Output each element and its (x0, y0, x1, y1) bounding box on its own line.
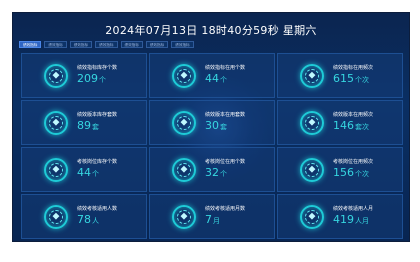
diamond-icon: ◆ (180, 164, 188, 174)
stat-label: 绩效考核适用月数 (205, 205, 246, 212)
stat-card[interactable]: ◆ 绩效考核适用人月 419人月 (277, 194, 403, 239)
stat-value: 78人 (77, 212, 99, 226)
stat-value: 44个 (205, 71, 227, 85)
stat-label: 绩效考核适用人月 (333, 205, 374, 212)
tab-item[interactable]: 绩效指标 (120, 41, 143, 48)
stat-card[interactable]: ◆ 绩效指标库存个数 209个 (21, 53, 147, 98)
ring-badge: ◆ (300, 110, 324, 135)
diamond-icon: ◆ (52, 164, 60, 174)
page-title: 2024年07月13日 18时40分59秒 星期六 (105, 24, 317, 37)
stat-value: 615个次 (333, 71, 369, 85)
stat-value: 30套 (205, 118, 227, 132)
tab-bar: 绩效指标 绩效指标 绩效指标 绩效指标 绩效指标 绩效指标 绩效指标 (19, 41, 194, 48)
stat-card[interactable]: ◆ 绩效考核适用月数 7月 (149, 194, 275, 239)
stat-card[interactable]: ◆ 考核岗位库存个数 44个 (21, 147, 147, 192)
tab-item[interactable]: 绩效指标 (95, 41, 118, 48)
ring-badge: ◆ (172, 63, 196, 88)
stat-card[interactable]: ◆ 考核岗位在用频次 156个次 (277, 147, 403, 192)
diamond-icon: ◆ (308, 117, 316, 127)
diamond-icon: ◆ (180, 117, 188, 127)
ring-badge: ◆ (300, 63, 324, 88)
stat-card[interactable]: ◆ 绩效版本库存套数 89套 (21, 100, 147, 145)
stat-card[interactable]: ◆ 绩效版本在用套数 30套 (149, 100, 275, 145)
dashboard-screen: 2024年07月13日 18时40分59秒 星期六 绩效指标 绩效指标 绩效指标… (12, 12, 410, 242)
stat-label: 绩效指标在用个数 (205, 64, 246, 71)
diamond-icon: ◆ (308, 211, 316, 221)
ring-badge: ◆ (44, 63, 68, 88)
stat-label: 绩效版本在用套数 (205, 111, 246, 118)
stat-label: 绩效指标库存个数 (77, 64, 118, 71)
stat-label: 考核岗位在用频次 (333, 158, 374, 165)
stat-value: 146套次 (333, 118, 369, 132)
ring-badge: ◆ (44, 204, 68, 229)
tab-item[interactable]: 绩效指标 (19, 41, 42, 48)
stat-label: 绩效考核适用人数 (77, 205, 118, 212)
tab-item[interactable]: 绩效指标 (69, 41, 93, 48)
diamond-icon: ◆ (180, 211, 188, 221)
diamond-icon: ◆ (52, 70, 60, 80)
diamond-icon: ◆ (308, 70, 316, 80)
ring-badge: ◆ (172, 110, 196, 135)
ring-badge: ◆ (172, 157, 196, 182)
stat-label: 考核岗位库存个数 (77, 158, 118, 165)
stat-card[interactable]: ◆ 绩效版本在用频次 146套次 (277, 100, 403, 145)
stat-value: 209个 (77, 71, 106, 85)
ring-badge: ◆ (300, 157, 324, 182)
stat-label: 考核岗位在用个数 (205, 158, 246, 165)
stat-card[interactable]: ◆ 绩效考核适用人数 78人 (21, 194, 147, 239)
stat-label: 绩效指标在用频次 (333, 64, 374, 71)
ring-badge: ◆ (44, 110, 68, 135)
stat-value: 44个 (77, 165, 99, 179)
stat-value: 7月 (205, 212, 220, 226)
tab-item[interactable]: 绩效指标 (171, 41, 194, 48)
stat-value: 156个次 (333, 165, 369, 179)
diamond-icon: ◆ (180, 70, 188, 80)
stat-label: 绩效版本库存套数 (77, 111, 118, 118)
ring-badge: ◆ (44, 157, 68, 182)
stat-label: 绩效版本在用频次 (333, 111, 374, 118)
stat-card[interactable]: ◆ 考核岗位在用个数 32个 (149, 147, 275, 192)
tab-item[interactable]: 绩效指标 (44, 41, 67, 48)
diamond-icon: ◆ (52, 117, 60, 127)
stat-value: 419人月 (333, 212, 369, 226)
stat-value: 89套 (77, 118, 99, 132)
stats-grid: ◆ 绩效指标库存个数 209个 ◆ 绩效指标在用个数 44个 ◆ 绩效指标在用频次 6… (21, 53, 403, 239)
tab-item[interactable]: 绩效指标 (145, 41, 169, 48)
ring-badge: ◆ (300, 204, 324, 229)
diamond-icon: ◆ (308, 164, 316, 174)
ring-badge: ◆ (172, 204, 196, 229)
diamond-icon: ◆ (52, 211, 60, 221)
stat-card[interactable]: ◆ 绩效指标在用个数 44个 (149, 53, 275, 98)
stat-value: 32个 (205, 165, 227, 179)
stat-card[interactable]: ◆ 绩效指标在用频次 615个次 (277, 53, 403, 98)
